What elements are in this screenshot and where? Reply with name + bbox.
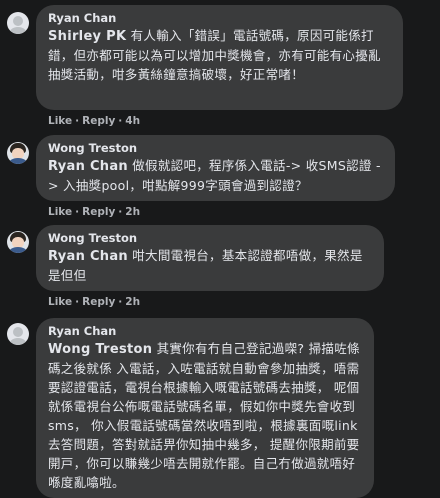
timestamp[interactable]: 2h [125, 206, 140, 218]
comment-text: Shirley PK 有人輸入「錯誤」電話號碼，原因可能係打錯，但亦都可能以為可… [48, 26, 391, 84]
reply-button[interactable]: Reply [82, 296, 115, 308]
reply-button[interactable]: Reply [82, 206, 115, 218]
comment-text: Ryan Chan 做假就認吧，程序係入電話-> 收SMS認證 -> 入抽獎po… [48, 156, 383, 195]
separator: · [118, 296, 123, 308]
mention-link[interactable]: Ryan Chan [48, 249, 128, 264]
separator: · [118, 206, 123, 218]
comment-bubble: Wong Treston Ryan Chan 做假就認吧，程序係入電話-> 收S… [36, 135, 395, 201]
comment-actions: Like · Reply · 4h [48, 115, 140, 127]
mention-link[interactable]: Shirley PK [48, 29, 126, 44]
comment-actions: Like · Reply · 2h [48, 206, 140, 218]
comment: Wong Treston Ryan Chan 做假就認吧，程序係入電話-> 收S… [0, 130, 440, 225]
comment-author[interactable]: Ryan Chan [48, 324, 362, 339]
comment: Ryan Chan Wong Treston 其實你有冇自己登記過㗎? 掃描咗條… [0, 315, 440, 498]
avatar-shirt [9, 247, 27, 253]
avatar-shirt [9, 158, 27, 164]
comment-bubble: Ryan Chan Shirley PK 有人輸入「錯誤」電話號碼，原因可能係打… [36, 5, 403, 110]
timestamp[interactable]: 2h [125, 296, 140, 308]
reply-button[interactable]: Reply [82, 115, 115, 127]
comment-body: 其實你有冇自己登記過㗎? 掃描咗條碼之後就係 入電話，入咗電話就自動會參加抽獎，… [48, 341, 360, 490]
separator: · [75, 206, 80, 218]
comment-author[interactable]: Wong Treston [48, 231, 372, 246]
separator: · [75, 115, 80, 127]
comment-bubble: Wong Treston Ryan Chan 咁大間電視台，基本認證都唔做，果然… [36, 225, 384, 291]
separator: · [75, 296, 80, 308]
comment-bubble: Ryan Chan Wong Treston 其實你有冇自己登記過㗎? 掃描咗條… [36, 318, 374, 498]
like-button[interactable]: Like [48, 206, 72, 218]
separator: · [118, 115, 123, 127]
timestamp[interactable]: 4h [125, 115, 140, 127]
avatar[interactable] [7, 231, 29, 253]
comment-author[interactable]: Wong Treston [48, 141, 383, 156]
avatar[interactable] [7, 323, 29, 345]
avatar[interactable] [7, 12, 29, 34]
comment-text: Ryan Chan 咁大間電視台，基本認證都唔做，果然是是但但 [48, 246, 372, 285]
like-button[interactable]: Like [48, 296, 72, 308]
comment-text: Wong Treston 其實你有冇自己登記過㗎? 掃描咗條碼之後就係 入電話，… [48, 339, 362, 492]
avatar[interactable] [7, 142, 29, 164]
comment-author[interactable]: Ryan Chan [48, 11, 391, 26]
mention-link[interactable]: Ryan Chan [48, 159, 128, 174]
comment: Wong Treston Ryan Chan 咁大間電視台，基本認證都唔做，果然… [0, 225, 440, 315]
comment: Ryan Chan Shirley PK 有人輸入「錯誤」電話號碼，原因可能係打… [0, 0, 440, 130]
comment-actions: Like · Reply · 2h [48, 296, 140, 308]
like-button[interactable]: Like [48, 115, 72, 127]
mention-link[interactable]: Wong Treston [48, 342, 152, 357]
